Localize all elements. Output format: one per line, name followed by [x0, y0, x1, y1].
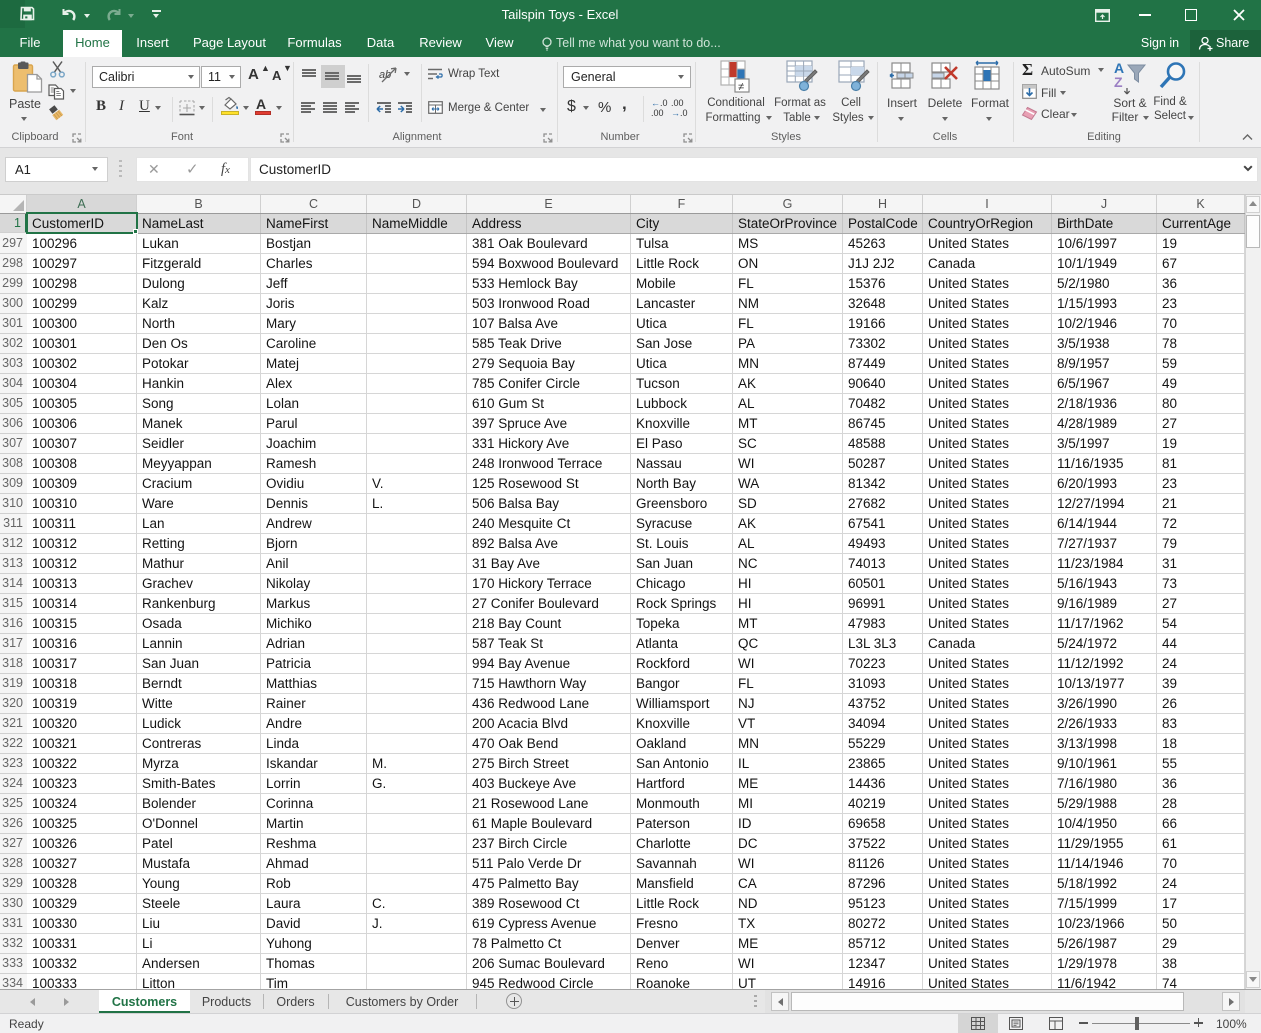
svg-text:Z: Z — [1114, 74, 1123, 90]
svg-text:≠: ≠ — [738, 81, 744, 93]
